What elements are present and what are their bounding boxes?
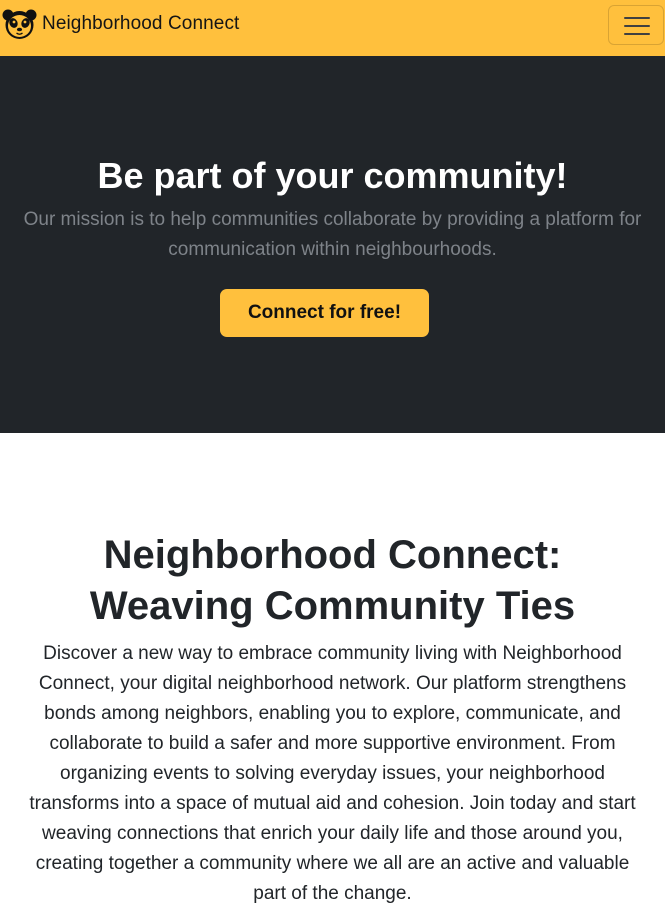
top-navbar: Neighborhood Connect [0, 0, 665, 56]
panda-face-icon [2, 8, 37, 40]
about-section: Neighborhood Connect: Weaving Community … [0, 433, 665, 911]
hamburger-menu-icon [624, 17, 650, 35]
brand-name: Neighborhood Connect [42, 13, 240, 34]
about-text: Discover a new way to embrace community … [29, 643, 636, 904]
brand-link[interactable]: Neighborhood Connect [2, 8, 239, 40]
connect-button[interactable]: Connect for free! [220, 289, 429, 337]
menu-toggle-button[interactable] [608, 5, 664, 45]
hero-title: Be part of your community! [97, 155, 568, 196]
hero-section: Be part of your community! Our mission i… [0, 56, 665, 433]
hero-lead-text: Our mission is to help communities colla… [23, 209, 642, 260]
about-title: Neighborhood Connect: Weaving Community … [89, 533, 576, 628]
